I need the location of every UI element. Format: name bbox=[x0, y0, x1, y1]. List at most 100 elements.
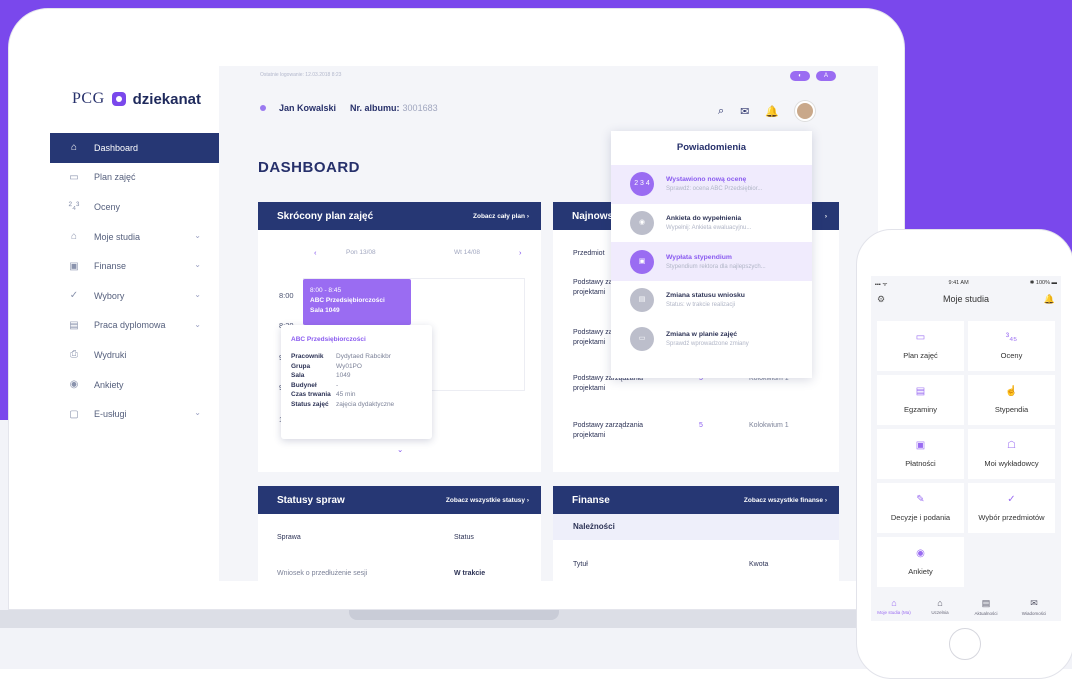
search-icon[interactable]: ⌕ bbox=[718, 105, 724, 118]
grades-icon: ²₄³ bbox=[68, 201, 80, 213]
tile-decyzje[interactable]: ✎ Decyzje i podania bbox=[877, 483, 964, 533]
tile-platnosci[interactable]: ▣ Płatności bbox=[877, 429, 964, 479]
sidebar-item-label: Finanse bbox=[94, 261, 127, 272]
tab-wiadomosci[interactable]: ✉ Wiadomości bbox=[1015, 598, 1053, 616]
tile-wykladowcy[interactable]: ☖ Moi wykładowcy bbox=[968, 429, 1055, 479]
bell-icon[interactable]: 🔔 bbox=[765, 105, 779, 118]
tooltip-row: Budyneł - bbox=[291, 381, 339, 389]
tile-stypendia[interactable]: ☝ Stypendia bbox=[968, 375, 1055, 425]
tab-aktualnosci[interactable]: ▤ Aktualności bbox=[967, 598, 1005, 616]
phone-frame: ▪▪▪ ᯤ 9:41 AM ✱ 100% ▬ ⚙ Moje studia 🔔 ▭… bbox=[856, 229, 1072, 679]
notification-item[interactable]: 2 3 4 Wystawiono nową ocenę Sprawdź: ocena… bbox=[611, 165, 812, 204]
prev-day-icon[interactable]: ‹ bbox=[314, 248, 317, 257]
tile-plan[interactable]: ▭ Plan zajęć bbox=[877, 321, 964, 371]
phone-home-button[interactable] bbox=[949, 628, 981, 660]
avatar[interactable] bbox=[795, 101, 816, 121]
mail-icon: ✉ bbox=[1030, 598, 1038, 608]
finance-link[interactable]: Zobacz wszystkie finanse › bbox=[744, 497, 827, 504]
top-buttons: ◐ A bbox=[790, 71, 836, 81]
schedule-event[interactable]: 8:00 - 8:45 ABC Przedsiębiorczości Sala … bbox=[303, 279, 411, 325]
statuses-header: Statusy spraw Zobacz wszystkie statusy › bbox=[258, 486, 541, 514]
contrast-button[interactable]: ◐ bbox=[790, 71, 810, 81]
tile-egzaminy[interactable]: ▤ Egzaminy bbox=[877, 375, 964, 425]
sidebar-item-e-uslugi[interactable]: ▢ E-usługi ⌄ bbox=[50, 399, 219, 429]
notification-item[interactable]: ▤ Zmiana statusu wniosku Status: w trakcie… bbox=[611, 281, 812, 320]
schedule-card: Skrócony plan zajęć Zobacz cały plan › ‹… bbox=[258, 202, 541, 472]
check-icon: ✓ bbox=[1007, 494, 1016, 505]
bell-icon[interactable]: 🔔 bbox=[1044, 294, 1055, 305]
sidebar-item-finanse[interactable]: ▣ Finanse ⌄ bbox=[50, 251, 219, 281]
statuses-link[interactable]: Zobacz wszystkie statusy › bbox=[446, 497, 529, 504]
schedule-title: Skrócony plan zajęć bbox=[277, 210, 374, 222]
mail-icon[interactable]: ✉ bbox=[740, 105, 749, 118]
lecturer-icon: ☖ bbox=[1007, 440, 1016, 451]
tooltip-row: Sala 1049 bbox=[291, 372, 351, 379]
grades-icon: ³₄₅ bbox=[1005, 332, 1018, 343]
printer-icon: ⎙ bbox=[70, 349, 78, 361]
col-status: Status bbox=[454, 534, 474, 541]
sidebar-item-plan[interactable]: ▭ Plan zajęć bbox=[50, 163, 219, 193]
notification-item[interactable]: ▣ Wypłata stypendium Stypendium rektora dl… bbox=[611, 242, 812, 282]
phone-time: 9:41 AM bbox=[948, 280, 969, 286]
page-title: DASHBOARD bbox=[258, 159, 360, 176]
laptop-notch bbox=[349, 610, 559, 620]
day-1: Pon 13/08 bbox=[346, 249, 376, 256]
schedule-link[interactable]: Zobacz cały plan › bbox=[473, 213, 529, 220]
sidebar-item-label: Dashboard bbox=[94, 142, 139, 153]
sidebar-item-wybory[interactable]: ✓ Wybory ⌄ bbox=[50, 281, 219, 311]
finance-title: Finanse bbox=[572, 494, 610, 506]
sidebar-item-label: Ankiety bbox=[94, 379, 124, 390]
phone-title: Moje studia bbox=[942, 294, 990, 304]
header-icons: ⌕ ✉ 🔔 bbox=[718, 101, 816, 121]
statuses-card: Statusy spraw Zobacz wszystkie statusy ›… bbox=[258, 486, 541, 581]
notification-item[interactable]: ▭ Zmiana w planie zajęć Sprawdź wprowadzon… bbox=[611, 320, 812, 359]
tile-wybor[interactable]: ✓ Wybór przedmiotów bbox=[968, 483, 1055, 533]
sidebar-item-dashboard[interactable]: ⌂ Dashboard bbox=[50, 133, 219, 163]
time-label: 8:00 bbox=[279, 291, 294, 300]
sidebar-item-label: Praca dyplomowa bbox=[94, 320, 166, 331]
logo-dziekanat: dziekanat bbox=[132, 90, 201, 108]
col-przedmiot: Przedmiot bbox=[573, 250, 605, 257]
building-icon: ⌂ bbox=[937, 598, 943, 608]
tile-ankiety[interactable]: ◉ Ankiety bbox=[877, 537, 964, 587]
document-icon: ▤ bbox=[69, 319, 79, 331]
chevron-down-icon: ⌄ bbox=[194, 408, 201, 418]
sidebar-item-praca[interactable]: ▤ Praca dyplomowa ⌄ bbox=[50, 311, 219, 341]
home-icon: ⌂ bbox=[70, 142, 78, 154]
money-icon: ▣ bbox=[915, 440, 926, 451]
grades-icon: 2 3 4 bbox=[630, 172, 654, 197]
sidebar-item-wydruki[interactable]: ⎙ Wydruki bbox=[50, 340, 219, 370]
tooltip-row: Pracownik Dydytaed Rabcikbr bbox=[291, 353, 391, 360]
radio-icon: ◉ bbox=[69, 379, 79, 391]
sidebar-item-label: Plan zajęć bbox=[94, 172, 136, 183]
logo-pcg: PCG bbox=[72, 90, 105, 107]
laptop-frame: PCG dziekanat ⌂ Dashboard ▭ Plan zajęć ²₄³… bbox=[8, 8, 905, 610]
sidebar-item-oceny[interactable]: ²₄³ Oceny bbox=[50, 192, 219, 222]
grades-link[interactable]: › bbox=[825, 213, 827, 220]
tooltip-title: ABC Przedsiębiorczości bbox=[291, 336, 366, 343]
news-icon: ▤ bbox=[981, 598, 991, 608]
expand-icon[interactable]: ⌄ bbox=[397, 445, 403, 454]
grade-type: Kolokwium 1 bbox=[749, 422, 789, 429]
font-size-button[interactable]: A bbox=[816, 71, 836, 81]
document-icon: ▤ bbox=[630, 288, 654, 313]
status-row-value: W trakcie bbox=[454, 570, 486, 577]
laptop-screen: PCG dziekanat ⌂ Dashboard ▭ Plan zajęć ²₄³… bbox=[50, 66, 878, 581]
statuses-title: Statusy spraw bbox=[277, 494, 345, 506]
edit-icon: ✎ bbox=[916, 494, 925, 505]
sidebar-item-moje-studia[interactable]: ⌂ Moje studia ⌄ bbox=[50, 222, 219, 252]
logo-mark-icon bbox=[111, 92, 126, 106]
sidebar-item-ankiety[interactable]: ◉ Ankiety bbox=[50, 370, 219, 400]
tile-oceny[interactable]: ³₄₅ Oceny bbox=[968, 321, 1055, 371]
notification-item[interactable]: ◉ Ankieta do wypełnienia Wypełnij: Ankieta… bbox=[611, 204, 812, 243]
logo[interactable]: PCG dziekanat bbox=[72, 90, 201, 108]
status-row-name: Wniosek o przedłużenie sesji bbox=[277, 570, 368, 577]
tab-uczelnia[interactable]: ⌂ Uczelnia bbox=[921, 598, 959, 615]
phone-status-bar: ▪▪▪ ᯤ 9:41 AM ✱ 100% ▬ bbox=[871, 280, 1061, 288]
album-label: Nr. albumu: bbox=[350, 103, 400, 113]
tooltip-row: Grupa Wy01PO bbox=[291, 362, 362, 370]
event-name: ABC Przedsiębiorczości bbox=[310, 297, 385, 304]
user-header: Jan Kowalski Nr. albumu: 3001683 bbox=[260, 103, 438, 113]
tab-moje-studia[interactable]: ⌂ Moje studia (Ma) bbox=[875, 598, 913, 615]
next-day-icon[interactable]: › bbox=[519, 248, 522, 257]
